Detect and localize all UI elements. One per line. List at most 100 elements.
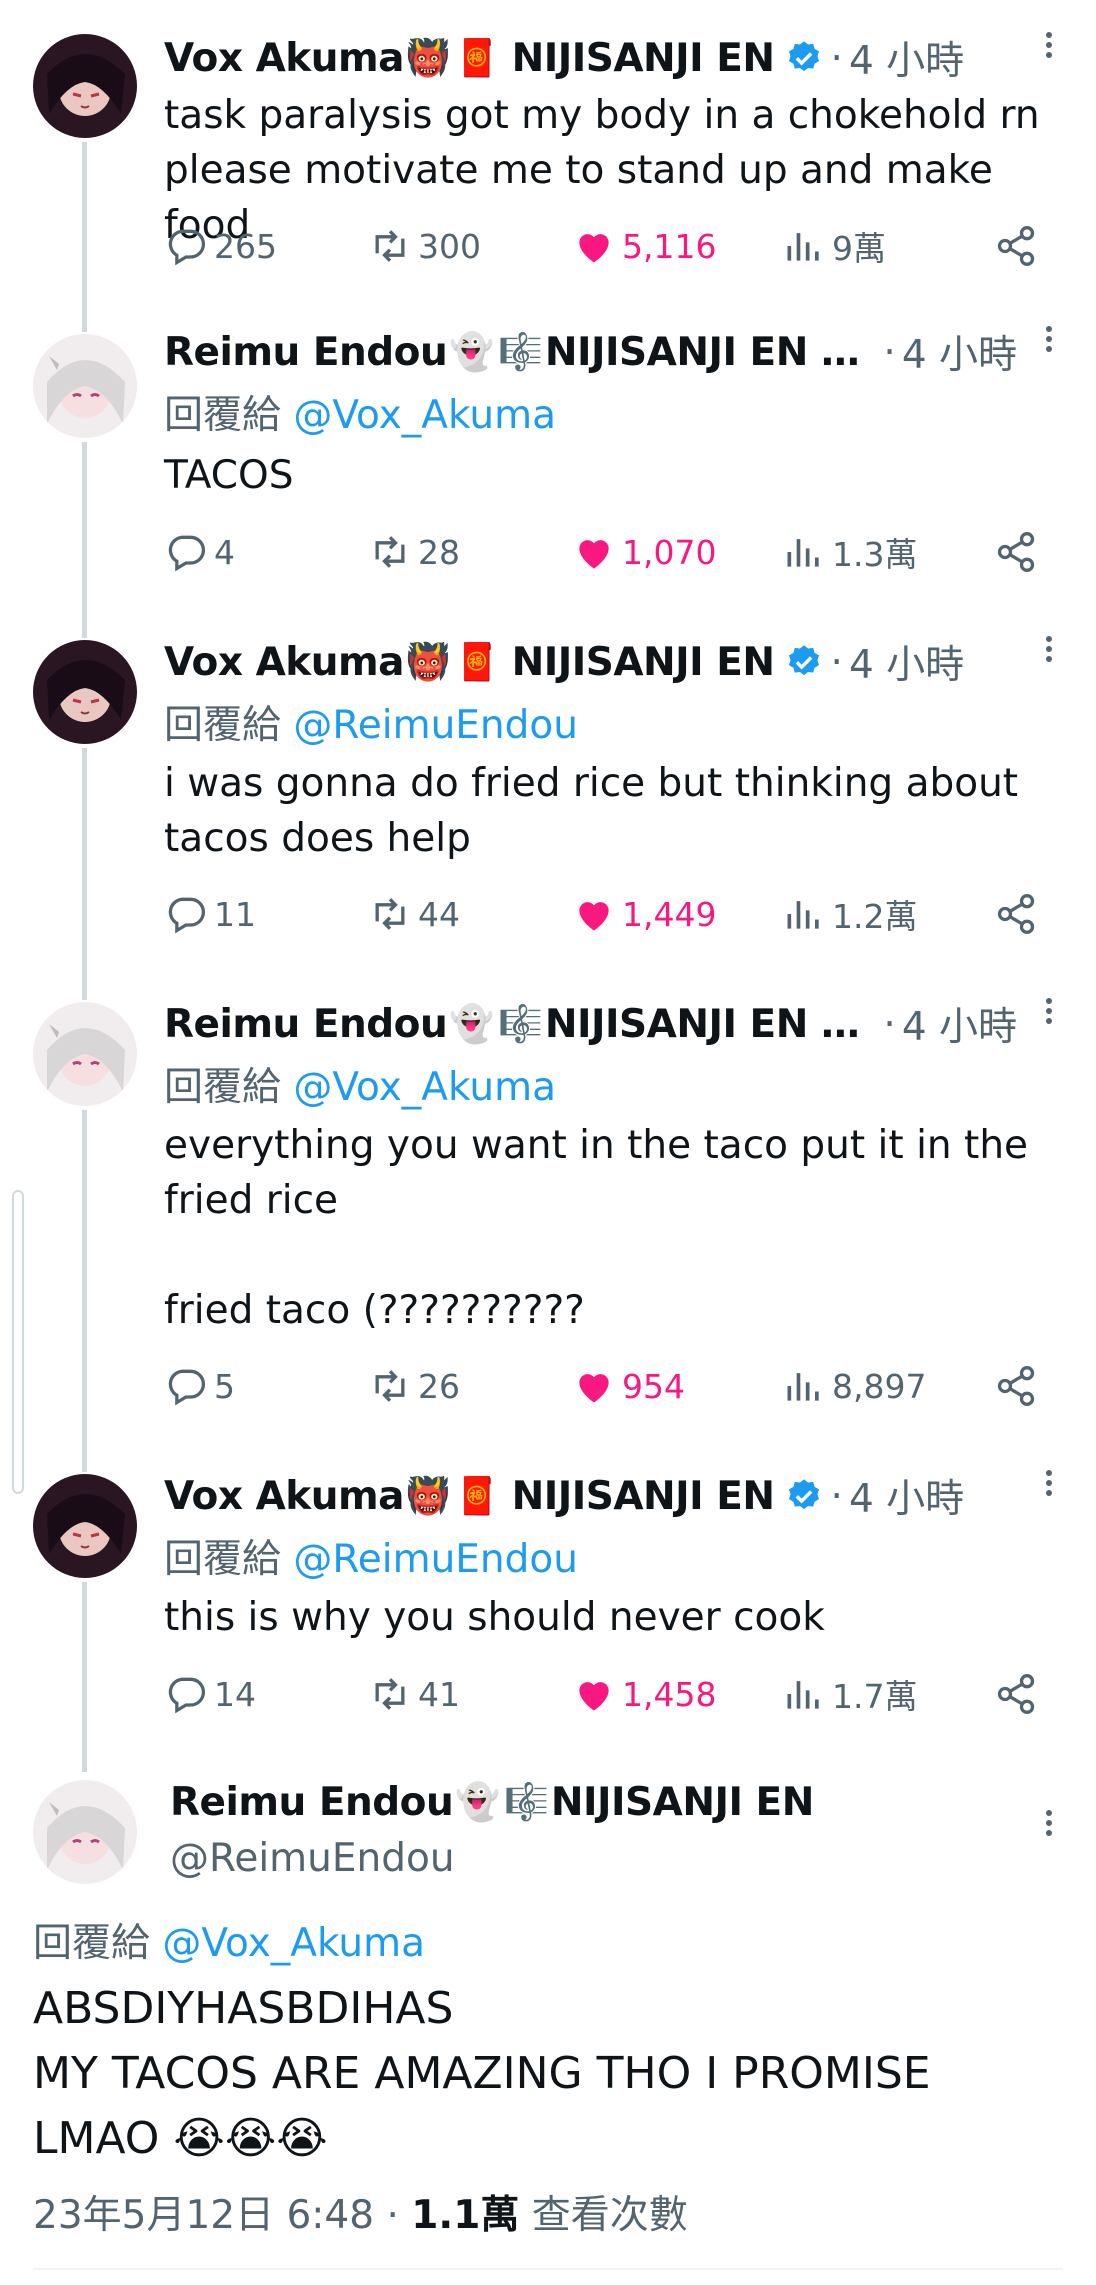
display-name[interactable]: Reimu Endou xyxy=(170,1780,454,1825)
oni-emoji: 👹 xyxy=(405,1476,451,1517)
like-button[interactable]: 954 xyxy=(572,1356,685,1416)
more-icon[interactable] xyxy=(1034,1806,1064,1846)
replying-prefix: 回覆給 xyxy=(164,1537,294,1582)
oni-emoji: 👹 xyxy=(405,642,451,683)
display-name-suffix[interactable]: NIJISANJI EN xyxy=(512,640,775,685)
replying-prefix: 回覆給 xyxy=(33,1921,163,1966)
views-button[interactable]: 9萬 xyxy=(782,216,886,276)
reply-button[interactable]: 14 xyxy=(164,1664,256,1724)
thread-line xyxy=(82,300,87,332)
avatar[interactable] xyxy=(33,34,137,138)
more-icon[interactable] xyxy=(1034,322,1064,362)
views-count: 1.7萬 xyxy=(832,1677,918,1716)
retweet-button[interactable]: 28 xyxy=(368,522,460,582)
display-name-suffix[interactable]: NIJISANJI EN … xyxy=(545,330,860,375)
like-button[interactable]: 1,449 xyxy=(572,884,716,944)
views-icon xyxy=(787,539,819,567)
tweet-4[interactable]: Vox Akuma 👹 🧧 NIJISANJI EN · 4 小時 回覆給 @R… xyxy=(0,1444,1096,1746)
views-button[interactable]: 1.2萬 xyxy=(782,884,917,944)
meta-separator: · xyxy=(374,2193,412,2238)
heart-icon xyxy=(579,234,609,263)
views-button[interactable]: 8,897 xyxy=(782,1356,926,1416)
reply-icon xyxy=(168,535,206,572)
like-button[interactable]: 1,458 xyxy=(572,1664,716,1724)
share-button[interactable] xyxy=(994,522,1044,582)
replying-handle[interactable]: @Vox_Akuma xyxy=(293,1065,556,1110)
tweet-2[interactable]: Vox Akuma 👹 🧧 NIJISANJI EN · 4 小時 回覆給 @R… xyxy=(0,610,1096,974)
avatar[interactable] xyxy=(33,1002,137,1106)
tweet-meta: 23年5月12日 6:48 · 1.1萬 查看次數 xyxy=(33,2184,688,2240)
tweet-3[interactable]: Reimu Endou 👻 🎼 NIJISANJI EN … · 4 小時 回覆… xyxy=(0,972,1096,1446)
like-button[interactable]: 1,070 xyxy=(572,522,716,582)
reply-button[interactable]: 11 xyxy=(164,884,256,944)
replying-handle[interactable]: @Vox_Akuma xyxy=(293,393,556,438)
action-bar: 4 28 1,070 1.3萬 xyxy=(164,522,1044,582)
post-timestamp[interactable]: 23年5月12日 6:48 xyxy=(33,2193,374,2238)
like-button[interactable]: 5,116 xyxy=(572,216,716,276)
share-icon xyxy=(997,532,1035,572)
views-label: 查看次數 xyxy=(519,2193,688,2238)
heart-icon xyxy=(579,1682,609,1711)
reply-icon xyxy=(168,229,206,266)
more-icon[interactable] xyxy=(1034,994,1064,1034)
divider xyxy=(33,2268,1063,2270)
avatar[interactable] xyxy=(33,1474,137,1578)
timestamp[interactable]: 4 小時 xyxy=(902,996,1017,1052)
more-icon[interactable] xyxy=(1034,28,1064,68)
display-name[interactable]: Vox Akuma xyxy=(164,640,404,685)
display-name-suffix[interactable]: NIJISANJI EN xyxy=(551,1780,814,1825)
display-name[interactable]: Reimu Endou xyxy=(164,1002,448,1047)
views-count: 8,897 xyxy=(832,1366,927,1406)
dot-separator: · xyxy=(830,639,843,685)
retweet-button[interactable]: 44 xyxy=(368,884,460,944)
views-button[interactable]: 1.7萬 xyxy=(782,1664,917,1724)
tweet-1[interactable]: Reimu Endou 👻 🎼 NIJISANJI EN … · 4 小時 回覆… xyxy=(0,300,1096,612)
user-handle[interactable]: @ReimuEndou xyxy=(170,1836,455,1881)
red-envelope-emoji: 🧧 xyxy=(454,38,500,79)
share-button[interactable] xyxy=(994,1664,1044,1724)
timestamp[interactable]: 4 小時 xyxy=(849,30,964,86)
display-name-suffix[interactable]: NIJISANJI EN xyxy=(512,1474,775,1519)
reply-button[interactable]: 5 xyxy=(164,1356,235,1416)
retweet-button[interactable]: 300 xyxy=(368,216,481,276)
views-button[interactable]: 1.3萬 xyxy=(782,522,917,582)
replying-handle[interactable]: @Vox_Akuma xyxy=(162,1921,425,1966)
display-name[interactable]: Vox Akuma xyxy=(164,1474,404,1519)
retweet-button[interactable]: 41 xyxy=(368,1664,460,1724)
reply-button[interactable]: 265 xyxy=(164,216,277,276)
timestamp[interactable]: 4 小時 xyxy=(902,324,1017,380)
more-icon[interactable] xyxy=(1034,632,1064,672)
avatar[interactable] xyxy=(33,1780,137,1884)
share-button[interactable] xyxy=(994,1356,1044,1416)
retweet-button[interactable]: 26 xyxy=(368,1356,460,1416)
more-icon[interactable] xyxy=(1034,1466,1064,1506)
replying-prefix: 回覆給 xyxy=(164,1065,294,1110)
share-button[interactable] xyxy=(994,216,1044,276)
display-name[interactable]: Reimu Endou xyxy=(164,330,448,375)
verified-icon xyxy=(788,41,819,72)
retweet-icon xyxy=(375,1370,405,1402)
share-icon xyxy=(997,226,1035,266)
share-button[interactable] xyxy=(994,884,1044,944)
thread-line xyxy=(82,1110,87,1446)
replying-handle[interactable]: @ReimuEndou xyxy=(293,1537,578,1582)
verified-icon xyxy=(788,645,819,676)
avatar[interactable] xyxy=(33,640,137,744)
tweet-0[interactable]: Vox Akuma 👹 🧧 NIJISANJI EN · 4 小時 task p… xyxy=(0,0,1096,302)
tweet-header: Vox Akuma 👹 🧧 NIJISANJI EN · 4 小時 xyxy=(164,634,1066,690)
display-name[interactable]: Vox Akuma xyxy=(164,36,404,81)
tweet-header: Reimu Endou 👻 🎼 NIJISANJI EN … · 4 小時 xyxy=(164,996,1066,1052)
share-icon xyxy=(997,1366,1035,1406)
avatar[interactable] xyxy=(33,334,137,438)
dot-separator: · xyxy=(883,1001,896,1047)
replying-handle[interactable]: @ReimuEndou xyxy=(293,703,578,748)
display-name-suffix[interactable]: NIJISANJI EN … xyxy=(545,1002,860,1047)
main-tweet[interactable]: Reimu Endou 👻 🎼 NIJISANJI EN @ReimuEndou… xyxy=(0,1744,1096,2285)
display-name-suffix[interactable]: NIJISANJI EN xyxy=(512,36,775,81)
retweet-count: 28 xyxy=(418,532,460,572)
views-icon xyxy=(787,233,819,261)
timestamp[interactable]: 4 小時 xyxy=(849,634,964,690)
reply-button[interactable]: 4 xyxy=(164,522,235,582)
replying-to: 回覆給 @Vox_Akuma xyxy=(33,1912,425,1968)
timestamp[interactable]: 4 小時 xyxy=(849,1468,964,1524)
